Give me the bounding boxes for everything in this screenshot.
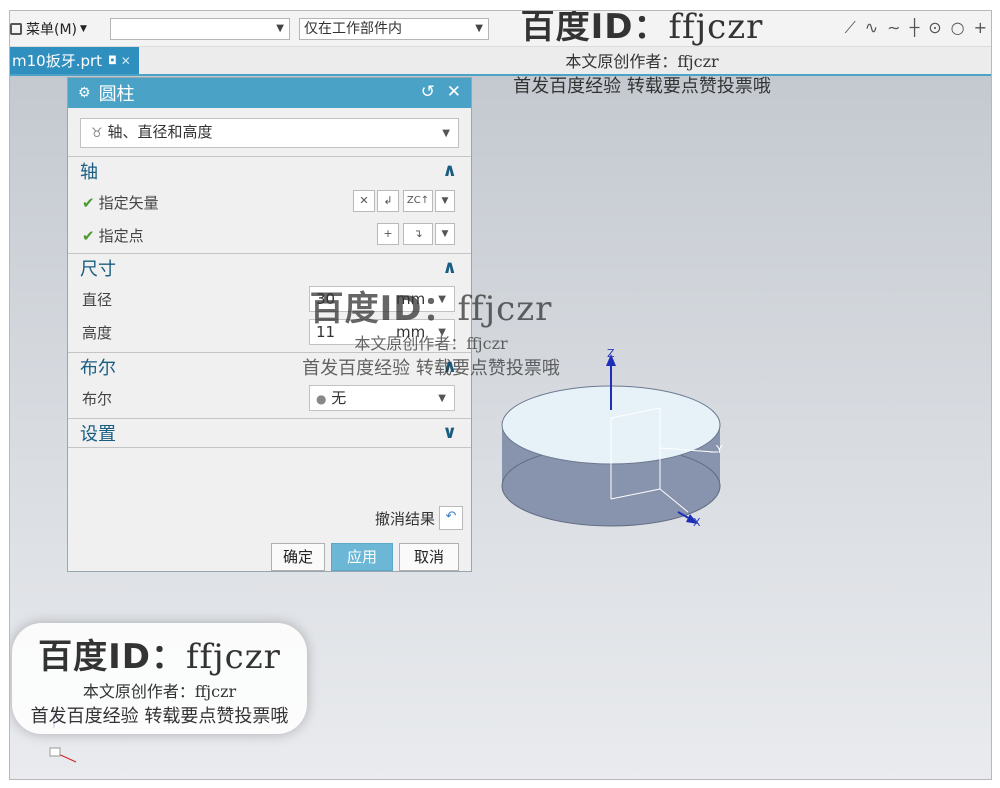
snap-toolbar: ⟋ ∿ ∼ ┼ ⊙ ○ + [845,18,987,38]
check-icon: ✔ [82,227,95,245]
boolean-row: 布尔 ● 无 ▼ [68,381,471,414]
intersection-icon[interactable]: ┼ [910,18,920,38]
circle-center-icon[interactable]: ⊙ [928,18,941,38]
chevron-down-icon[interactable]: ▼ [435,190,455,212]
watermark-slogan: 首发百度经验 转载要点赞投票哦 [302,358,560,379]
chevron-up-icon[interactable]: ∧ [442,257,457,278]
watermark-author: 本文原创作者：ffjczr [565,52,719,71]
z-axis-label: Z [607,347,615,360]
menu-icon [10,23,22,35]
specify-point-label: 指定点 [98,227,144,245]
chevron-down-icon: ▼ [276,23,284,34]
x-axis-label: X [693,516,701,529]
chevron-down-icon: ▼ [438,393,446,404]
gear-icon: ⚙ [78,85,91,101]
boolean-select[interactable]: ● 无 ▼ [309,385,455,411]
watermark-id-name: ffjczr [185,637,281,677]
undo-result-row: 撤消结果 ↶ [375,506,463,530]
specify-point-row: ✔ 指定点 + ↴ ▼ [68,218,471,251]
watermark-id-name: ffjczr [668,10,764,47]
tab-label: m10扳牙.prt [12,52,103,70]
axis-group-header[interactable]: 轴 ∧ [68,157,471,185]
cancel-button[interactable]: 取消 [399,543,459,571]
undo-result-label: 撤消结果 [374,509,435,528]
zc-label: ZC [406,195,421,206]
watermark-id-prefix: 百度ID： [520,10,669,47]
check-icon: ✔ [82,194,95,212]
plus-icon[interactable]: + [974,18,987,38]
vector-type-button[interactable]: ZC↑ [403,190,433,212]
ok-button[interactable]: 确定 [271,543,325,571]
nx-window: 菜单(M) ▼ ▼ 仅在工作部件内 ▼ ⟋ ∿ ∼ ┼ ⊙ ○ + m10扳牙.… [9,10,992,780]
chevron-down-icon[interactable]: ▼ [435,223,455,245]
specify-vector-label: 指定矢量 [98,194,159,212]
specify-vector-row: ✔ 指定矢量 ✕ ↲ ZC↑ ▼ [68,185,471,218]
menu-label: 菜单(M) [26,22,78,38]
quadrant-point-icon[interactable]: ○ [951,18,965,38]
reset-icon[interactable]: ↺ [421,82,435,102]
dimensions-group-title: 尺寸 [80,259,116,280]
reverse-direction-icon[interactable]: ✕ [353,190,375,212]
watermark-slogan: 首发百度经验 转载要点赞投票哦 [30,706,289,727]
selection-scope-value: 仅在工作部件内 [304,21,402,37]
y-axis-label: Y [716,443,723,456]
chevron-down-icon[interactable]: ∨ [442,422,457,443]
pin-icon[interactable]: ◘ [108,54,117,67]
axis-group-title: 轴 [80,162,98,183]
chevron-up-icon[interactable]: ∧ [442,160,457,181]
curve-icon[interactable]: ∿ [865,18,878,38]
wave-icon[interactable]: ∼ [887,18,900,38]
watermark-id-prefix: 百度ID： [309,289,458,329]
height-label: 高度 [82,324,113,342]
line-icon[interactable]: ⟋ [845,18,856,38]
watermark-author: 本文原创作者：ffjczr [354,334,508,353]
axis-group: 轴 ∧ ✔ 指定矢量 ✕ ↲ ZC↑ ▼ ✔ 指定点 + ↴ ▼ [68,156,471,251]
apply-button[interactable]: 应用 [331,543,393,571]
dialog-titlebar: ⚙ 圆柱 ↺ ✕ [68,78,471,108]
settings-group-title: 设置 [80,424,116,445]
watermark-slogan: 首发百度经验 转载要点赞投票哦 [513,76,771,97]
dimensions-group-header[interactable]: 尺寸 ∧ [68,254,471,282]
type-filter-select[interactable]: ▼ [110,18,290,40]
boolean-none-icon: ● [316,392,327,406]
watermark-author: 本文原创作者：ffjczr [82,682,237,701]
boolean-group-title: 布尔 [80,358,116,379]
dialog-buttons: 确定 应用 取消 [271,543,459,571]
watermark-center: 百度ID：ffjczr 本文原创作者：ffjczr 首发百度经验 转载要点赞投票… [286,281,576,380]
vector-dialog-icon[interactable]: ↲ [377,190,399,212]
tab-part-file[interactable]: m10扳牙.prt ◘ ✕ [10,47,139,74]
settings-group-header[interactable]: 设置 ∨ [68,419,471,447]
dialog-title: 圆柱 [98,84,135,105]
chevron-down-icon: ▼ [475,23,483,34]
point-type-button[interactable]: ↴ [403,223,433,245]
menu-button[interactable]: 菜单(M) ▼ [10,17,87,41]
cylinder-type-select[interactable]: ♉ 轴、直径和高度 ▼ [80,118,459,148]
cylinder-type-icon: ♉ [91,126,103,141]
boolean-label: 布尔 [82,390,113,408]
watermark-bottom-left: 百度ID：ffjczr 本文原创作者：ffjczr 首发百度经验 转载要点赞投票… [12,623,307,734]
close-icon[interactable]: ✕ [447,82,461,102]
chevron-down-icon: ▼ [442,128,450,139]
undo-icon[interactable]: ↶ [439,506,463,530]
diameter-label: 直径 [82,291,113,309]
watermark-top: 百度ID：ffjczr 本文原创作者：ffjczr 首发百度经验 转载要点赞投票… [497,10,787,98]
close-icon[interactable]: ✕ [121,54,131,68]
watermark-id-prefix: 百度ID： [38,637,186,677]
cylinder-type-value: 轴、直径和高度 [107,123,213,141]
boolean-value: 无 [331,389,347,407]
settings-group: 设置 ∨ [68,418,471,448]
chevron-down-icon: ▼ [80,24,87,34]
selection-scope-select[interactable]: 仅在工作部件内 ▼ [299,18,489,40]
point-dialog-icon[interactable]: + [377,223,399,245]
watermark-id-name: ffjczr [457,289,553,329]
